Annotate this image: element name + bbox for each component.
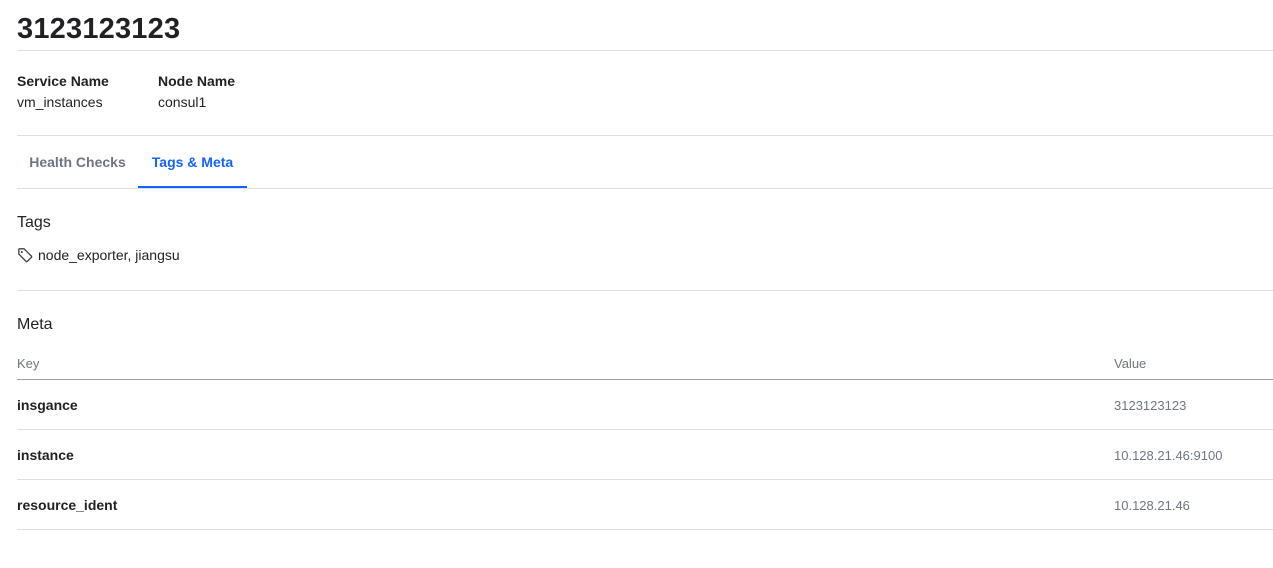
tags-value: node_exporter, jiangsu [38, 247, 180, 263]
meta-key: insgance [17, 397, 78, 413]
page-title: 3123123123 [17, 13, 181, 45]
column-header-key: Key [17, 356, 40, 371]
tab-health-checks[interactable]: Health Checks [17, 136, 138, 188]
tag-icon [17, 247, 33, 263]
meta-value: 10.128.21.46 [1114, 498, 1190, 513]
meta-table-header: Key Value [17, 354, 1273, 380]
table-row: instance 10.128.21.46:9100 [17, 430, 1273, 480]
divider [17, 50, 1273, 51]
divider [17, 290, 1273, 291]
tags-list: node_exporter, jiangsu [17, 247, 180, 263]
node-name-label: Node Name [158, 73, 236, 89]
node-name-info: Node Name consul1 [158, 73, 235, 110]
tags-section-title: Tags [17, 214, 51, 231]
meta-value: 10.128.21.46:9100 [1114, 448, 1223, 463]
service-name-label: Service Name [17, 73, 109, 89]
meta-key: instance [17, 447, 74, 463]
node-name-value: consul1 [158, 94, 207, 110]
table-row: resource_ident 10.128.21.46 [17, 480, 1273, 530]
service-name-info: Service Name vm_instances [17, 73, 109, 110]
tab-tags-meta[interactable]: Tags & Meta [138, 136, 247, 189]
meta-key: resource_ident [17, 497, 118, 513]
table-row: insgance 3123123123 [17, 380, 1273, 430]
meta-section-title: Meta [17, 316, 53, 333]
tab-bar-divider [17, 188, 1273, 189]
meta-value: 3123123123 [1114, 398, 1187, 413]
column-header-value: Value [1114, 356, 1147, 371]
service-name-value: vm_instances [17, 94, 103, 110]
meta-table-body: insgance 3123123123 instance 10.128.21.4… [17, 380, 1273, 530]
